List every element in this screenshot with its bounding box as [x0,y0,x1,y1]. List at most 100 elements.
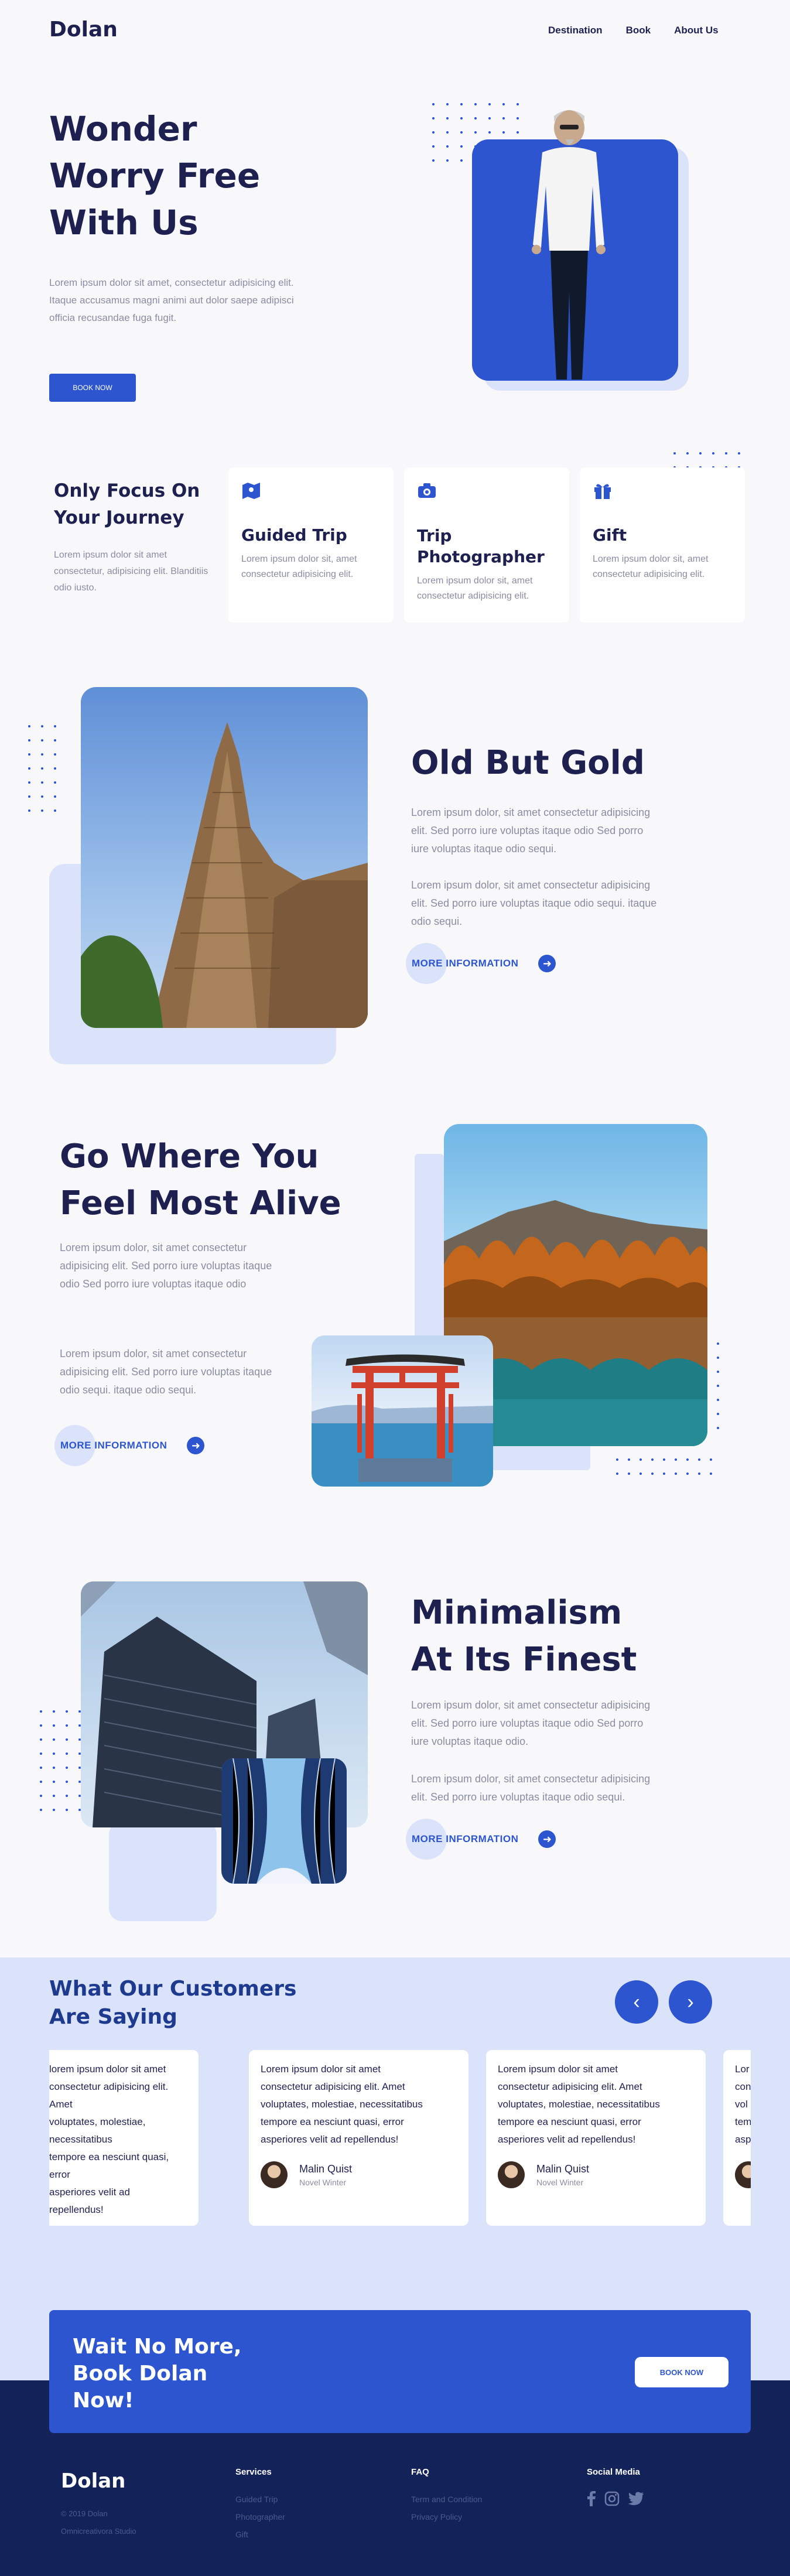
carousel-prev-button[interactable]: ‹ [615,1980,658,2024]
testimonial-line: lorem ipsum dolor sit amet [49,2063,166,2075]
alive-title: Go Where You Feel Most Alive [60,1137,341,1222]
minimal-title: Minimalism At Its Finest [411,1594,637,1679]
service-card-trip-photographer[interactable]: Trip Photographer Lorem ipsum dolor sit,… [404,467,569,623]
traveler-photo [532,110,606,380]
footer-faq-column: FAQ Term and Condition Privacy Policy [411,2467,482,2522]
nav-item-book[interactable]: Book [626,25,651,36]
minimal-paragraph-1: Lorem ipsum dolor, sit amet consectetur … [411,1699,651,1747]
focus-title: Only Focus On Your Journey [54,480,200,528]
alive-dots-right [717,1342,719,1429]
arrow-right-icon: ➜ [538,955,556,972]
nav-item-destination[interactable]: Destination [548,25,603,36]
gold-title: Old But Gold [411,744,645,782]
more-info-label: MORE INFORMATION [60,1440,167,1451]
hero-title: Wonder Worry Free With Us [49,109,261,242]
avatar [261,2161,288,2188]
footer-link-privacy[interactable]: Privacy Policy [411,2512,482,2522]
alive-more-info-link[interactable]: MORE INFORMATION ➜ [54,1425,218,1466]
minimal-more-info-link[interactable]: MORE INFORMATION ➜ [406,1819,570,1860]
cta-title: Wait No More, Book Dolan Now! [73,2335,242,2413]
testimonial-line: tempore ea nesciunt quasi, error [498,2116,641,2127]
hero-book-button[interactable]: BOOK NOW [49,374,136,402]
footer-link-guided-trip[interactable]: Guided Trip [235,2495,285,2504]
minimal-image-backdrop [109,1822,217,1921]
footer-social-title: Social Media [587,2467,640,2477]
top-nav: Destination Book About Us [548,25,719,36]
testimonial-line: Lorem ipsum dolor sit amet [498,2063,618,2075]
instagram-icon[interactable] [604,2491,620,2506]
service-card-gift[interactable]: Gift Lorem ipsum dolor sit, amet consect… [580,467,745,623]
testimonial-role: Novel Winter [299,2177,347,2187]
footer-link-photographer[interactable]: Photographer [235,2512,285,2522]
testimonial-card: Lor con vol tem asp [723,2050,751,2226]
service-card-text: Lorem ipsum dolor sit, amet consectetur … [241,554,357,579]
brand-logo[interactable]: Dolan [49,18,118,42]
service-card-guided-trip[interactable]: Guided Trip Lorem ipsum dolor sit, amet … [228,467,394,623]
testimonial-line: asperiores velit ad repellendus! [498,2134,636,2145]
temple-photo [81,687,368,1028]
facebook-icon[interactable] [587,2491,596,2506]
torii-gate-photo [312,1335,493,1487]
footer-services-title: Services [235,2467,272,2477]
footer-studio: Omnicreativora Studio [61,2527,136,2536]
alive-paragraph-2: Lorem ipsum dolor, sit amet consectetur … [60,1348,272,1396]
alive-dots-bottom [616,1458,712,1475]
gold-paragraph-1: Lorem ipsum dolor, sit amet consectetur … [411,807,651,855]
gift-icon [594,484,611,499]
testimonial-line: voluptates, molestiae, necessitatibus [49,2116,146,2145]
twitter-icon[interactable] [628,2492,644,2506]
footer-services-column: Services Guided Trip Photographer Gift [235,2467,285,2539]
testimonial-name: Malin Quist [299,2162,353,2175]
gold-dots [28,725,56,812]
footer-link-terms[interactable]: Term and Condition [411,2495,482,2504]
testimonial-card: Lorem ipsum dolor sit amet consectetur a… [249,2050,468,2226]
testimonial-card: Lorem ipsum dolor sit amet consectetur a… [486,2050,706,2226]
footer-social-column: Social Media [587,2467,644,2506]
hero-text: Lorem ipsum dolor sit amet, consectetur … [49,277,294,323]
camera-icon [418,483,436,498]
testimonial-line: consectetur adipisicing elit. Amet [498,2081,642,2092]
service-card-title: Guided Trip [241,525,347,545]
testimonial-line: asp [735,2134,751,2145]
service-card-text: Lorem ipsum dolor sit, amet consectetur … [417,576,533,601]
map-icon [242,483,260,499]
hero-image-card [472,110,678,381]
testimonial-line: asperiores velit ad repellendus! [261,2134,399,2145]
footer-link-gift[interactable]: Gift [235,2530,285,2539]
testimonial-line: Lor [735,2063,750,2075]
testimonial-line: voluptates, molestiae, necessitatibus [261,2099,423,2110]
more-info-label: MORE INFORMATION [412,958,519,969]
service-card-title: Trip Photographer [417,526,545,566]
footer-faq-title: FAQ [411,2467,429,2477]
carousel-next-button[interactable]: › [669,1980,712,2024]
curved-building-photo [221,1758,347,1884]
testimonial-line: tempore ea nesciunt quasi, error [49,2151,169,2180]
testimonials-title: What Our Customers Are Saying [49,1977,297,2029]
service-card-title: Gift [593,525,627,545]
arrow-right-icon: ➜ [538,1830,556,1848]
footer-brand[interactable]: Dolan [61,2469,125,2493]
testimonial-line: tempore ea nesciunt quasi, error [261,2116,404,2127]
testimonial-line: consectetur adipisicing elit. Amet [49,2081,169,2110]
arrow-right-icon: ➜ [187,1437,205,1454]
gold-more-info-link[interactable]: MORE INFORMATION ➜ [406,943,570,984]
cta-banner: Wait No More, Book Dolan Now! BOOK NOW [49,2310,751,2433]
testimonial-line: voluptates, molestiae, necessitatibus [498,2099,660,2110]
gold-paragraph-2: Lorem ipsum dolor, sit amet consectetur … [411,879,657,927]
testimonial-line: consectetur adipisicing elit. Amet [261,2081,405,2092]
minimal-dots [40,1710,81,1811]
testimonial-line: asperiores velit ad repellendus! [49,2186,130,2215]
alive-paragraph-1: Lorem ipsum dolor, sit amet consectetur … [60,1242,272,1290]
testimonial-line: vol [735,2099,748,2110]
testimonial-role: Novel Winter [536,2177,584,2187]
minimal-paragraph-2: Lorem ipsum dolor, sit amet consectetur … [411,1773,651,1803]
focus-text: Lorem ipsum dolor sit amet consectetur, … [54,550,208,593]
avatar [498,2161,525,2188]
footer-copyright: © 2019 Dolan [61,2509,108,2518]
cta-book-button[interactable]: BOOK NOW [635,2357,729,2387]
testimonial-line: Lorem ipsum dolor sit amet [261,2063,381,2075]
nav-item-about[interactable]: About Us [674,25,719,36]
testimonial-viewport: lorem ipsum dolor sit amet consectetur a… [49,2050,751,2226]
testimonial-card: lorem ipsum dolor sit amet consectetur a… [49,2050,199,2226]
service-card-text: Lorem ipsum dolor sit, amet consectetur … [593,554,709,579]
